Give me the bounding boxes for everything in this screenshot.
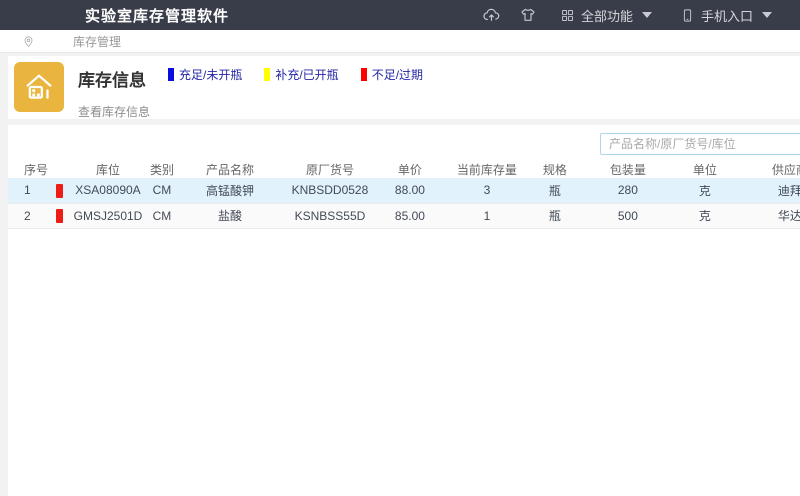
legend-sufficient: 充足/未开瓶 [168, 66, 242, 83]
header-stock: 当前库存量 [442, 160, 532, 178]
status-legend: 充足/未开瓶 补充/已开瓶 不足/过期 [168, 66, 423, 83]
breadcrumb-current: 库存管理 [73, 33, 121, 50]
warehouse-icon [14, 62, 64, 112]
inventory-header-panel: 库存信息 查看库存信息 充足/未开瓶 补充/已开瓶 不足/过期 [8, 56, 800, 119]
legend-insufficient-label: 不足/过期 [372, 66, 423, 83]
cell-location: GMSJ2501D [70, 203, 146, 228]
cell-supplier: 迪拜 [732, 178, 800, 203]
cell-price: 88.00 [378, 178, 442, 203]
header-location: 库位 [70, 160, 146, 178]
chevron-down-icon [762, 12, 772, 18]
cell-status [48, 203, 70, 228]
inventory-table: 序号 库位 类别 产品名称 原厂货号 单价 当前库存量 规格 包装量 单位 供应… [8, 160, 800, 229]
cell-category: CM [146, 203, 178, 228]
header-supplier: 供应商 [732, 160, 800, 178]
cell-price: 85.00 [378, 203, 442, 228]
header-seq: 序号 [8, 160, 48, 178]
status-red-badge [56, 184, 63, 198]
cell-spec: 瓶 [532, 203, 578, 228]
mobile-entry-menu[interactable]: 手机入口 [666, 0, 786, 30]
header-status [48, 160, 70, 178]
header-part-no: 原厂货号 [282, 160, 378, 178]
breadcrumb: 库存管理 [0, 30, 800, 53]
header-category: 类别 [146, 160, 178, 178]
table-header-row: 序号 库位 类别 产品名称 原厂货号 单价 当前库存量 规格 包装量 单位 供应… [8, 160, 800, 178]
cell-seq: 2 [8, 203, 48, 228]
cell-unit: 克 [678, 178, 732, 203]
cell-seq: 1 [8, 178, 48, 203]
status-red-badge [56, 209, 63, 223]
cell-location: XSA08090A [70, 178, 146, 203]
legend-yellow-chip [264, 68, 270, 81]
search-input[interactable] [600, 133, 800, 155]
theme-tshirt-icon[interactable] [510, 0, 546, 30]
legend-blue-chip [168, 68, 174, 81]
header-product-name: 产品名称 [178, 160, 282, 178]
header-unit: 单位 [678, 160, 732, 178]
header-spec: 规格 [532, 160, 578, 178]
legend-insufficient: 不足/过期 [361, 66, 423, 83]
topbar-actions: 全部功能 手机入口 [474, 0, 800, 30]
all-functions-label: 全部功能 [581, 6, 633, 25]
legend-replenish: 补充/已开瓶 [264, 66, 338, 83]
page-subtitle: 查看库存信息 [78, 103, 150, 119]
main-content: 库存信息 查看库存信息 充足/未开瓶 补充/已开瓶 不足/过期 [0, 56, 800, 496]
cell-part-no: KNBSDD0528 [282, 178, 378, 203]
cell-part-no: KSNBSS55D [282, 203, 378, 228]
legend-red-chip [361, 68, 367, 81]
apps-grid-icon [560, 8, 575, 23]
table-row[interactable]: 2 GMSJ2501D CM 盐酸 KSNBSS55D 85.00 1 瓶 50… [8, 203, 800, 228]
inventory-table-panel: 序号 库位 类别 产品名称 原厂货号 单价 当前库存量 规格 包装量 单位 供应… [8, 125, 800, 496]
top-bar: 实验室库存管理软件 全部功能 [0, 0, 800, 30]
cell-supplier: 华达 [732, 203, 800, 228]
legend-replenish-label: 补充/已开瓶 [275, 66, 338, 83]
cloud-upload-icon[interactable] [474, 0, 510, 30]
cell-status [48, 178, 70, 203]
mobile-phone-icon [680, 8, 695, 23]
cell-category: CM [146, 178, 178, 203]
cell-unit: 克 [678, 203, 732, 228]
panel-heading: 库存信息 查看库存信息 [78, 62, 150, 113]
header-pack: 包装量 [578, 160, 678, 178]
app-title: 实验室库存管理软件 [85, 5, 229, 26]
cell-product-name: 高锰酸钾 [178, 178, 282, 203]
cell-pack: 280 [578, 178, 678, 203]
cell-stock: 3 [442, 178, 532, 203]
cell-pack: 500 [578, 203, 678, 228]
all-functions-menu[interactable]: 全部功能 [546, 0, 666, 30]
cell-spec: 瓶 [532, 178, 578, 203]
cell-stock: 1 [442, 203, 532, 228]
mobile-entry-label: 手机入口 [701, 6, 753, 25]
legend-sufficient-label: 充足/未开瓶 [179, 66, 242, 83]
cell-product-name: 盐酸 [178, 203, 282, 228]
page-title: 库存信息 [78, 66, 150, 91]
table-row[interactable]: 1 XSA08090A CM 高锰酸钾 KNBSDD0528 88.00 3 瓶… [8, 178, 800, 203]
header-price: 单价 [378, 160, 442, 178]
chevron-down-icon [642, 12, 652, 18]
location-pin-icon [22, 35, 35, 48]
